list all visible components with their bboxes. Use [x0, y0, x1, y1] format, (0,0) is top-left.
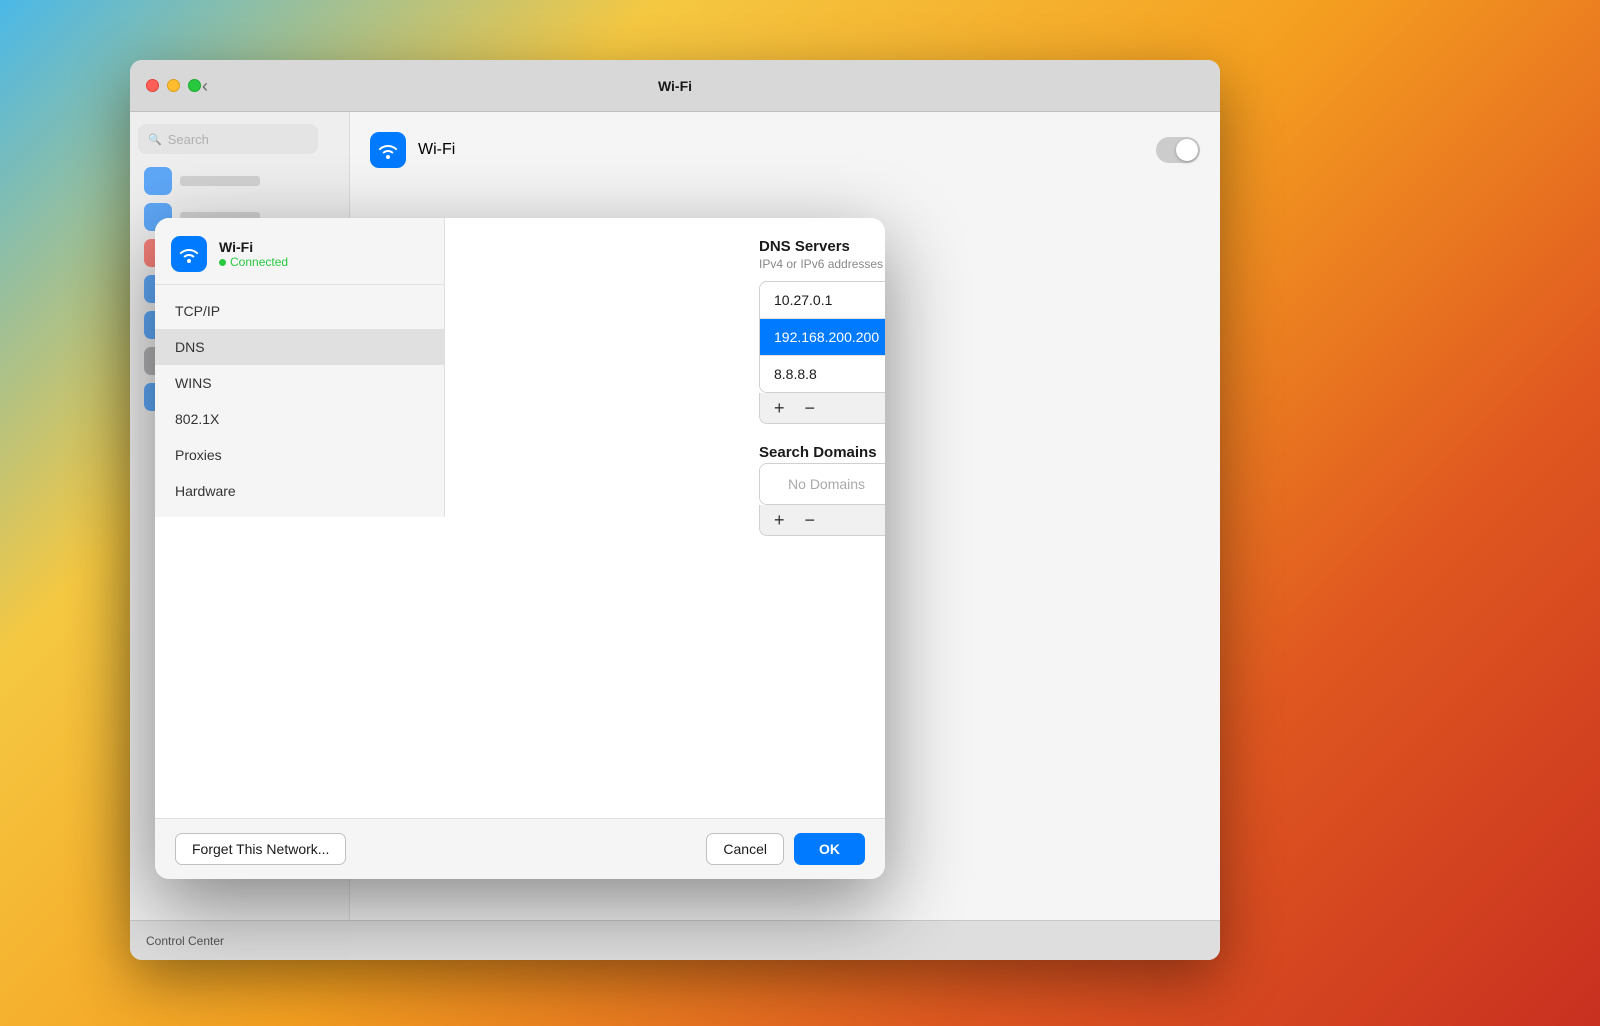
- dns-servers-subtitle: IPv4 or IPv6 addresses: [759, 257, 885, 271]
- nav-item-wins[interactable]: WINS: [155, 365, 444, 401]
- window-title: Wi-Fi: [658, 78, 692, 94]
- close-button[interactable]: [146, 79, 159, 92]
- bottom-bar-text: Control Center: [146, 934, 224, 948]
- wifi-icon-background: [370, 132, 406, 168]
- dns-servers-controls: + −: [759, 393, 885, 424]
- bg-search-icon: 🔍: [148, 133, 162, 146]
- minimize-button[interactable]: [167, 79, 180, 92]
- dns-remove-button[interactable]: −: [801, 399, 820, 417]
- search-domains-list: No Domains: [759, 463, 885, 505]
- domains-remove-button[interactable]: −: [801, 511, 820, 529]
- network-dialog: Wi-Fi Connected TCP/IP DNS WINS 802.1X P…: [155, 218, 885, 879]
- titlebar: ‹ Wi-Fi: [130, 60, 1220, 112]
- wifi-main-label: Wi-Fi: [418, 141, 455, 159]
- dns-add-button[interactable]: +: [770, 399, 789, 417]
- bg-item: [138, 164, 341, 198]
- wifi-toggle[interactable]: [1156, 137, 1200, 163]
- nav-item-proxies[interactable]: Proxies: [155, 437, 444, 473]
- search-domains-title: Search Domains: [759, 444, 885, 461]
- dns-server-item-2[interactable]: 192.168.200.200: [760, 319, 885, 356]
- dialog-inner: Wi-Fi Connected TCP/IP DNS WINS 802.1X P…: [155, 218, 885, 818]
- dialog-wifi-status: Connected: [219, 255, 288, 269]
- ok-button[interactable]: OK: [794, 833, 865, 865]
- status-text: Connected: [230, 255, 288, 269]
- nav-item-hardware[interactable]: Hardware: [155, 473, 444, 509]
- dialog-wifi-name: Wi-Fi: [219, 239, 288, 255]
- status-dot: [219, 259, 226, 266]
- search-domains-section: Search Domains No Domains + −: [759, 444, 885, 536]
- dialog-wifi-header: Wi-Fi Connected: [155, 218, 444, 285]
- dialog-footer: Forget This Network... Cancel OK: [155, 818, 885, 879]
- dns-server-item-1[interactable]: 10.27.0.1: [760, 282, 885, 319]
- dialog-navigation: TCP/IP DNS WINS 802.1X Proxies Hardware: [155, 285, 444, 517]
- cancel-button[interactable]: Cancel: [706, 833, 784, 865]
- dns-servers-title: DNS Servers: [759, 238, 885, 255]
- wifi-header-row: Wi-Fi: [370, 132, 1200, 168]
- bottom-bar: Control Center: [130, 920, 1220, 960]
- nav-item-dns[interactable]: DNS: [155, 329, 444, 365]
- back-button[interactable]: ‹: [202, 77, 208, 95]
- nav-item-tcpip[interactable]: TCP/IP: [155, 293, 444, 329]
- dialog-wifi-icon: [171, 236, 207, 272]
- bg-search-text: Search: [168, 132, 209, 147]
- bg-search-bar: 🔍 Search: [138, 124, 318, 154]
- forget-network-button[interactable]: Forget This Network...: [175, 833, 346, 865]
- dns-servers-section: DNS Servers IPv4 or IPv6 addresses 10.27…: [759, 238, 885, 424]
- nav-item-8021x[interactable]: 802.1X: [155, 401, 444, 437]
- dialog-sidebar: Wi-Fi Connected TCP/IP DNS WINS 802.1X P…: [155, 218, 445, 517]
- bg-icon: [144, 167, 172, 195]
- dns-server-item-3[interactable]: 8.8.8.8: [760, 356, 885, 392]
- dialog-main-content: DNS Servers IPv4 or IPv6 addresses 10.27…: [735, 218, 885, 818]
- no-domains-label: No Domains: [760, 464, 885, 504]
- domains-add-button[interactable]: +: [770, 511, 789, 529]
- bg-label: [180, 176, 260, 186]
- search-domains-controls: + −: [759, 505, 885, 536]
- spacer: [759, 556, 885, 798]
- dialog-wifi-info: Wi-Fi Connected: [219, 239, 288, 269]
- dns-servers-list: 10.27.0.1 192.168.200.200 8.8.8.8: [759, 281, 885, 393]
- maximize-button[interactable]: [188, 79, 201, 92]
